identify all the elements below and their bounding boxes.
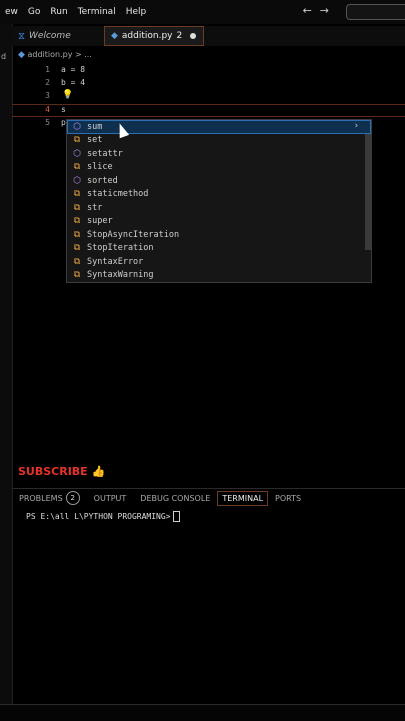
tab-problem-count: 2 <box>176 31 183 41</box>
command-center-search[interactable] <box>346 4 405 20</box>
code-text: b = 4 <box>61 78 86 87</box>
class-icon: ⧉ <box>73 256 81 267</box>
terminal-cursor <box>172 511 180 522</box>
suggestion-item[interactable]: ⧉ set <box>67 134 371 148</box>
suggestion-item[interactable]: ⧉ staticmethod <box>67 188 371 202</box>
menu-run[interactable]: Run <box>45 7 72 17</box>
code-line[interactable]: 1 a = 8 <box>12 65 405 78</box>
suggestion-item[interactable]: ⬡ setattr <box>67 147 371 161</box>
editor-tabs: ⧖ Welcome ◆ addition.py 2 <box>12 26 405 46</box>
line-number: 2 <box>45 78 50 87</box>
chevron-right-icon[interactable]: › <box>354 121 359 131</box>
forward-arrow-icon[interactable]: → <box>320 4 337 17</box>
function-icon: ⬡ <box>73 175 81 186</box>
subscribe-overlay: SUBSCRIBE 👍 <box>18 465 106 478</box>
class-icon: ⧉ <box>73 216 81 227</box>
suggestion-label: staticmethod <box>87 189 149 200</box>
class-icon: ⧉ <box>73 162 81 173</box>
tab-debug-console[interactable]: DEBUG CONSOLE <box>133 494 217 503</box>
class-icon: ⧉ <box>73 202 81 213</box>
suggestion-label: sorted <box>87 175 118 186</box>
suggestions-scrollbar[interactable] <box>365 120 371 250</box>
tab-welcome-label: Welcome <box>29 31 71 41</box>
suggestion-label: str <box>87 202 103 213</box>
class-icon: ⧉ <box>73 270 81 281</box>
unsaved-dot-icon[interactable] <box>190 33 197 39</box>
code-text: a = 8 <box>61 65 86 74</box>
class-icon: ⧉ <box>73 229 81 240</box>
tab-output[interactable]: OUTPUT <box>87 494 134 503</box>
suggestion-label: sum <box>87 121 103 132</box>
suggestion-item[interactable]: ⧉ SyntaxWarning <box>67 269 371 283</box>
python-icon: ◆ <box>111 31 118 41</box>
lightbulb-icon[interactable]: 💡 <box>62 90 73 100</box>
terminal[interactable]: PS E:\all L\PYTHON PROGRAMING> <box>26 511 180 522</box>
line-number: 4 <box>45 105 50 114</box>
class-icon: ⧉ <box>73 135 81 146</box>
suggestion-label: setattr <box>87 148 123 159</box>
menu-bar: ew Go Run Terminal Help ←→ <box>0 0 405 24</box>
menu-go[interactable]: Go <box>23 7 45 17</box>
problems-count-badge: 2 <box>65 491 80 505</box>
terminal-prompt: PS E:\all L\PYTHON PROGRAMING> <box>26 512 171 521</box>
suggestion-label: set <box>87 135 103 146</box>
tab-problems[interactable]: PROBLEMS 2 <box>12 491 87 505</box>
suggestion-label: SyntaxWarning <box>87 270 154 281</box>
class-icon: ⧉ <box>73 189 81 200</box>
python-icon: ◆ <box>18 50 25 60</box>
code-line-current[interactable]: 4 s <box>12 104 405 117</box>
tab-ports[interactable]: PORTS <box>268 494 308 503</box>
suggestion-item[interactable]: ⧉ super <box>67 215 371 229</box>
suggestion-item[interactable]: ⧉ SyntaxError <box>67 255 371 269</box>
class-icon: ⧉ <box>73 243 81 254</box>
status-bar <box>0 704 405 721</box>
suggestion-item[interactable]: ⬡ sum › <box>67 120 371 134</box>
menu-view[interactable]: ew <box>0 7 23 17</box>
suggestion-label: StopIteration <box>87 243 154 254</box>
code-line[interactable]: 3 💡 <box>12 90 405 104</box>
suggestion-item[interactable]: ⧉ StopAsyncIteration <box>67 228 371 242</box>
line-number: 3 <box>45 91 50 100</box>
suggestion-label: super <box>87 216 113 227</box>
left-edge-text: d <box>1 52 7 61</box>
function-icon: ⬡ <box>73 121 81 132</box>
suggestion-item[interactable]: ⧉ StopIteration <box>67 242 371 256</box>
suggestion-label: slice <box>87 162 113 173</box>
function-icon: ⬡ <box>73 148 81 159</box>
tab-addition-py[interactable]: ◆ addition.py 2 <box>104 26 204 46</box>
breadcrumb-text: addition.py > ... <box>27 50 92 59</box>
panel-tabs: PROBLEMS 2 OUTPUT DEBUG CONSOLE TERMINAL… <box>12 488 405 507</box>
vscode-icon: ⧖ <box>18 30 26 42</box>
tab-addition-label: addition.py <box>121 31 173 41</box>
suggestion-item[interactable]: ⧉ str <box>67 201 371 215</box>
tab-terminal[interactable]: TERMINAL <box>217 490 269 506</box>
back-arrow-icon[interactable]: ← <box>303 4 320 17</box>
code-text: s <box>61 105 66 114</box>
line-number: 5 <box>45 118 50 127</box>
tab-welcome[interactable]: ⧖ Welcome <box>12 26 104 46</box>
suggestion-item[interactable]: ⧉ slice <box>67 161 371 175</box>
tab-problems-label: PROBLEMS <box>19 493 63 503</box>
menu-help[interactable]: Help <box>121 7 152 17</box>
breadcrumb[interactable]: ◆ addition.py > ... <box>18 50 92 60</box>
suggestion-label: StopAsyncIteration <box>87 229 180 240</box>
menu-terminal[interactable]: Terminal <box>73 7 121 17</box>
suggestion-item[interactable]: ⬡ sorted <box>67 174 371 188</box>
autocomplete-suggestions[interactable]: ⬡ sum › ⧉ set ⬡ setattr ⧉ slice ⬡ sorted… <box>66 119 372 283</box>
nav-arrows: ←→ <box>303 4 337 17</box>
suggestion-label: SyntaxError <box>87 256 144 267</box>
line-number: 1 <box>45 65 50 74</box>
